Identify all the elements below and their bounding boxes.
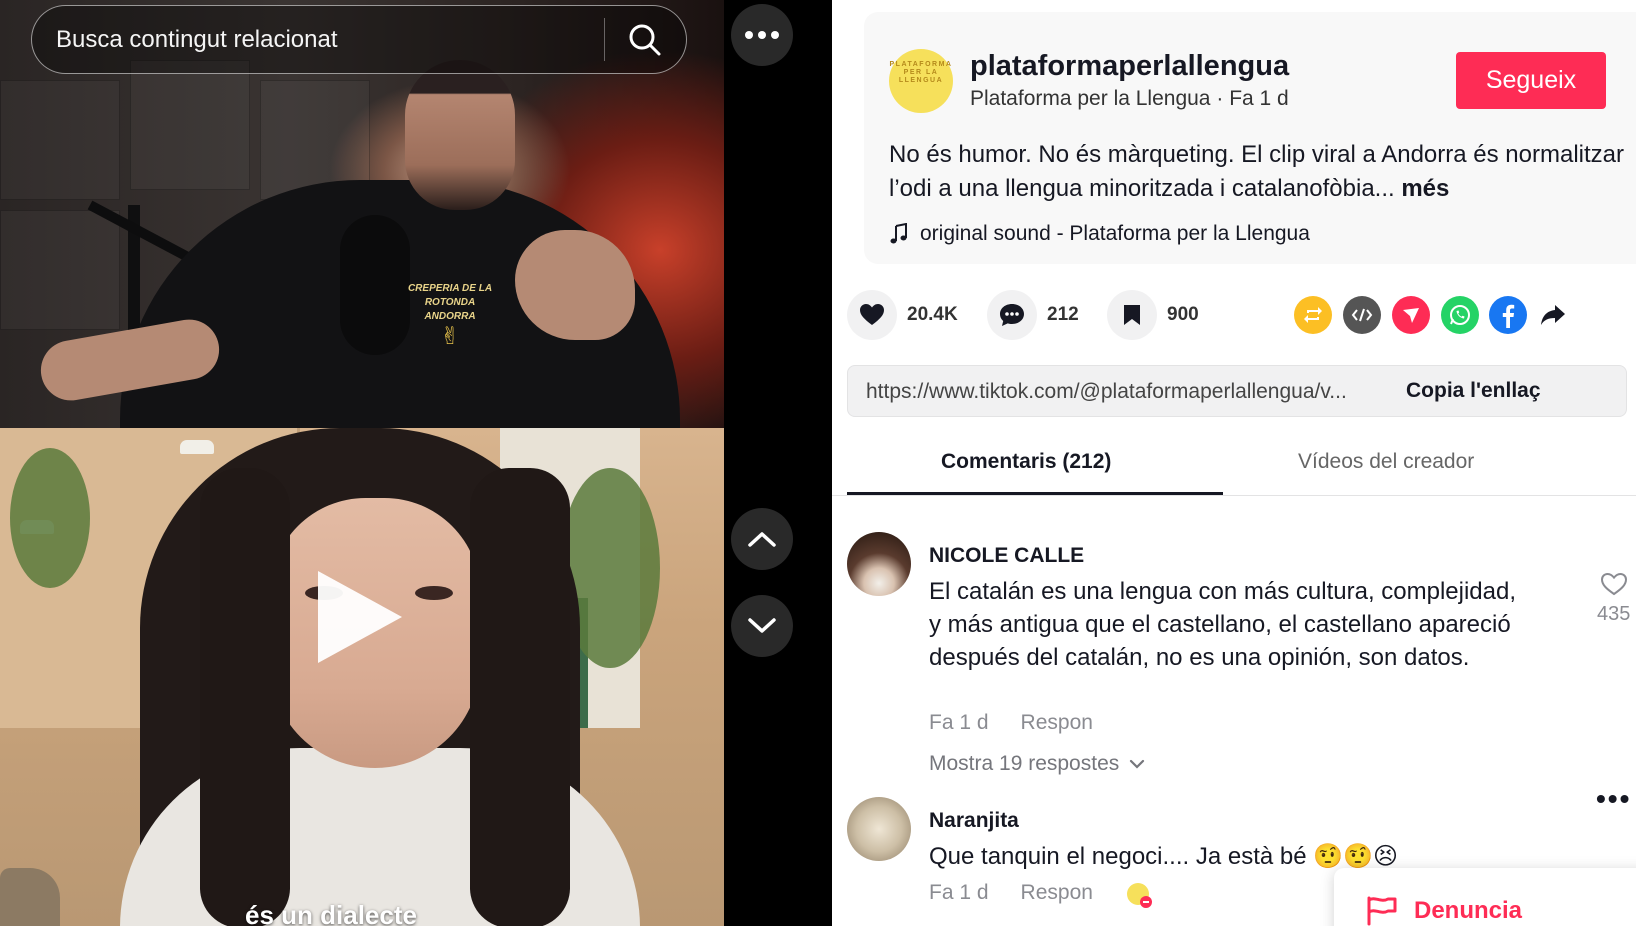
repost-glyph	[1304, 307, 1322, 323]
reply-button[interactable]: Respon	[1021, 711, 1093, 735]
sound-name[interactable]: original sound - Plataforma per la Lleng…	[920, 222, 1310, 246]
flag-icon	[1367, 896, 1397, 926]
cabinet-handle	[180, 440, 214, 454]
comment-more-icon[interactable]: •••	[1596, 783, 1631, 815]
repost-icon[interactable]	[1294, 296, 1332, 334]
heart-icon	[860, 304, 884, 325]
comment-meta: Fa 1 d Respon	[929, 711, 1093, 735]
comment-meta: Fa 1 d Respon	[929, 881, 1153, 909]
report-button[interactable]: Denuncia	[1366, 896, 1522, 926]
whatsapp-icon[interactable]	[1441, 296, 1479, 334]
author-avatar[interactable]: PLATAFORMA PER LA LLENGUA	[889, 49, 953, 113]
sound-row[interactable]: original sound - Plataforma per la Lleng…	[890, 222, 1310, 246]
comment-count: 212	[1047, 304, 1079, 325]
facebook-icon[interactable]	[1489, 296, 1527, 334]
bookmark-icon	[1124, 305, 1140, 325]
search-placeholder[interactable]: Busca contingut relacionat	[56, 26, 338, 54]
paper-plane-glyph	[1403, 308, 1419, 323]
ellipsis-icon	[745, 31, 779, 39]
next-video-button[interactable]	[731, 595, 793, 657]
link-bar: https://www.tiktok.com/@plataformaperlal…	[847, 365, 1627, 417]
speaker-hand	[515, 230, 635, 340]
woman-hair	[470, 468, 570, 926]
facebook-glyph	[1502, 304, 1515, 328]
comment-author[interactable]: Naranjita	[929, 809, 1019, 833]
shirt-logo: CREPERIA DE LA ROTONDA ANDORRA ✌	[395, 282, 505, 352]
eye	[415, 586, 453, 600]
acoustic-panel	[0, 80, 120, 200]
like-stat[interactable]: 20.4K	[847, 290, 958, 340]
video-frame-bottom	[0, 428, 724, 926]
details-panel: PLATAFORMA PER LA LLENGUA plataformaperl…	[832, 0, 1636, 926]
video-subtitle: és un dialecte	[245, 900, 417, 926]
previous-video-button[interactable]	[731, 508, 793, 570]
chevron-down-icon	[748, 618, 776, 633]
woman-hair	[200, 468, 290, 926]
tab-creator-videos[interactable]: Vídeos del creador	[1298, 450, 1474, 474]
shirt-text-line1: CREPERIA DE LA ROTONDA	[407, 283, 493, 308]
acoustic-panel	[0, 210, 120, 330]
comment-like-count: 435	[1597, 603, 1631, 625]
search-bar[interactable]: Busca contingut relacionat	[31, 5, 687, 74]
video-nav-strip	[724, 0, 832, 926]
search-divider	[604, 18, 605, 61]
copy-link-button[interactable]: Copia l'enllaç	[1406, 379, 1541, 403]
save-count: 900	[1167, 304, 1199, 325]
like-count: 20.4K	[907, 304, 958, 325]
music-note-icon	[890, 223, 907, 244]
whatsapp-glyph	[1450, 305, 1470, 325]
shirt-text-line2: ANDORRA	[424, 311, 476, 322]
code-glyph	[1351, 308, 1373, 322]
video-player[interactable]: CREPERIA DE LA ROTONDA ANDORRA ✌ és un d…	[0, 0, 724, 926]
comment-button[interactable]	[987, 290, 1037, 340]
video-url[interactable]: https://www.tiktok.com/@plataformaperlal…	[866, 380, 1347, 404]
more-link[interactable]: més	[1401, 175, 1449, 202]
play-icon[interactable]	[318, 571, 402, 663]
show-replies-label: Mostra 19 respostes	[929, 752, 1120, 775]
show-replies-button[interactable]: Mostra 19 respostes	[929, 752, 1145, 776]
plant-pot	[0, 868, 60, 926]
chevron-down-icon	[1130, 759, 1145, 769]
author-display-name: Plataforma per la Llengua	[970, 87, 1211, 110]
save-stat[interactable]: 900	[1107, 290, 1199, 340]
report-label: Denuncia	[1414, 897, 1523, 924]
active-tab-indicator	[847, 492, 1223, 495]
send-icon[interactable]	[1392, 296, 1430, 334]
author-username[interactable]: plataformaperlallengua	[970, 50, 1289, 83]
comment-time: Fa 1 d	[929, 881, 989, 904]
share-arrow-glyph	[1541, 305, 1565, 325]
avatar[interactable]	[847, 532, 911, 596]
post-time: Fa 1 d	[1229, 87, 1289, 110]
comment-time: Fa 1 d	[929, 711, 989, 734]
comment-like[interactable]: 435	[1597, 572, 1630, 626]
like-button[interactable]	[847, 290, 897, 340]
tabs-bar: Comentaris (212) Vídeos del creador	[832, 436, 1636, 496]
embed-icon[interactable]	[1343, 296, 1381, 334]
chevron-up-icon	[748, 532, 776, 547]
more-options-button[interactable]	[731, 4, 793, 66]
save-button[interactable]	[1107, 290, 1157, 340]
comment-icon	[1000, 304, 1024, 326]
comment-author[interactable]: NICOLE CALLE	[929, 544, 1084, 568]
comment-stat[interactable]: 212	[987, 290, 1079, 340]
share-arrow-icon[interactable]	[1538, 296, 1568, 334]
reply-button[interactable]: Respon	[1021, 881, 1093, 909]
comment-text: El catalán es una lengua con más cultura…	[929, 578, 1517, 671]
avatar[interactable]	[847, 797, 911, 861]
sticker-icon[interactable]	[1125, 881, 1153, 909]
tab-comments[interactable]: Comentaris (212)	[941, 450, 1111, 474]
author-subline: Plataforma per la Llengua · Fa 1 d	[970, 87, 1289, 111]
hand-sign-icon: ✌	[439, 323, 461, 350]
speaker-head	[405, 60, 515, 210]
follow-button[interactable]: Segueix	[1456, 52, 1606, 109]
heart-outline-icon	[1600, 572, 1627, 596]
caption-text: No és humor. No és màrqueting. El clip v…	[889, 141, 1624, 202]
plant	[10, 448, 90, 588]
report-menu: Denuncia	[1334, 868, 1636, 926]
search-icon[interactable]	[626, 21, 664, 59]
acoustic-panel	[130, 60, 250, 190]
separator: ·	[1216, 87, 1224, 110]
post-description-card: PLATAFORMA PER LA LLENGUA plataformaperl…	[864, 12, 1636, 264]
post-caption: No és humor. No és màrqueting. El clip v…	[889, 138, 1629, 206]
